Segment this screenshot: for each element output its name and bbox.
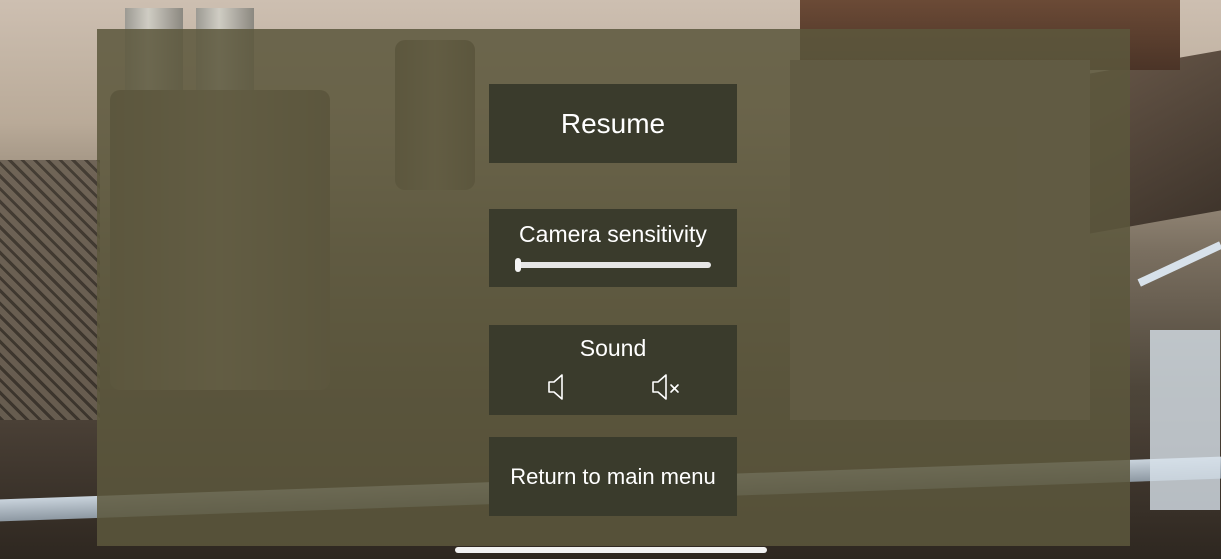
camera-sensitivity-slider[interactable] [515,257,711,272]
resume-label: Resume [560,107,666,139]
camera-sensitivity-panel: Camera sensitivity [489,209,737,287]
chainlink-fence [0,160,100,420]
sound-on-button[interactable] [538,370,578,404]
resume-button[interactable]: Resume [489,84,737,163]
speaker-icon [548,373,563,400]
speaker-muted-icon [652,373,679,400]
slider-track[interactable] [515,261,711,268]
sound-off-button[interactable] [648,370,688,404]
stairway [1150,330,1220,510]
sound-label: Sound [579,334,647,361]
stair-railing [1137,241,1221,287]
camera-sensitivity-label: Camera sensitivity [519,220,707,247]
return-to-main-menu-button[interactable]: Return to main menu [489,437,737,516]
sound-panel: Sound [489,325,737,415]
home-indicator[interactable] [455,547,767,553]
return-to-main-menu-label: Return to main menu [510,463,716,489]
slider-handle[interactable] [515,257,521,272]
